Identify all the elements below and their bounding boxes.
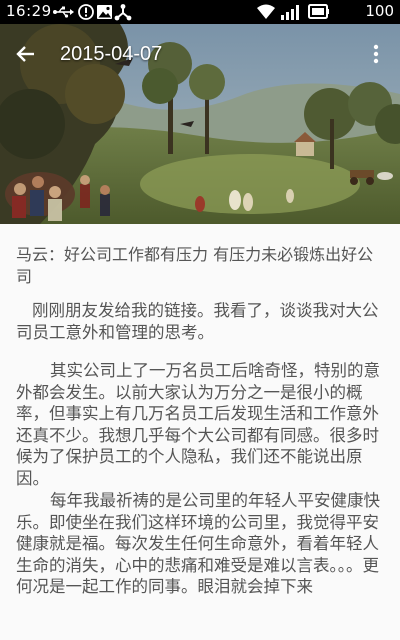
usb-icon [53, 6, 74, 18]
arrow-back-icon [16, 46, 34, 62]
back-button[interactable] [14, 42, 42, 66]
wifi-icon [257, 4, 276, 19]
battery-level: 100 [365, 2, 394, 20]
article-body: 马云：好公司工作都有压力 有压力未必锻炼出好公司 刚刚朋友发给我的链接。我看了，… [0, 224, 400, 640]
article-title: 马云：好公司工作都有压力 有压力未必锻炼出好公司 [16, 245, 374, 286]
more-options-button[interactable] [366, 42, 386, 66]
status-time: 16:29 [6, 2, 52, 20]
battery-icon [308, 4, 330, 19]
status-left-icons [52, 3, 132, 21]
status-bar: 16:29 100 [0, 0, 400, 24]
article-paragraph: 每年我最祈祷的是公司里的年轻人平安健康快乐。即使坐在我们这样环境的公司里，我觉得… [16, 491, 380, 596]
article-paragraph: 刚刚朋友发给我的链接。我看了，谈谈我对大公司员工意外和管理的思考。 [16, 301, 379, 342]
alert-icon [78, 4, 94, 20]
share-icon [114, 4, 132, 21]
more-vertical-icon [373, 44, 379, 64]
toolbar-title: 2015-04-07 [60, 43, 163, 65]
article-paragraph: 其实公司上了一万名员工后啥奇怪，特别的意外都会发生。以前大家认为万分之一是很小的… [16, 361, 380, 488]
status-right-icons: 100 [257, 2, 394, 22]
signal-icon [281, 5, 300, 20]
image-icon [97, 5, 112, 19]
